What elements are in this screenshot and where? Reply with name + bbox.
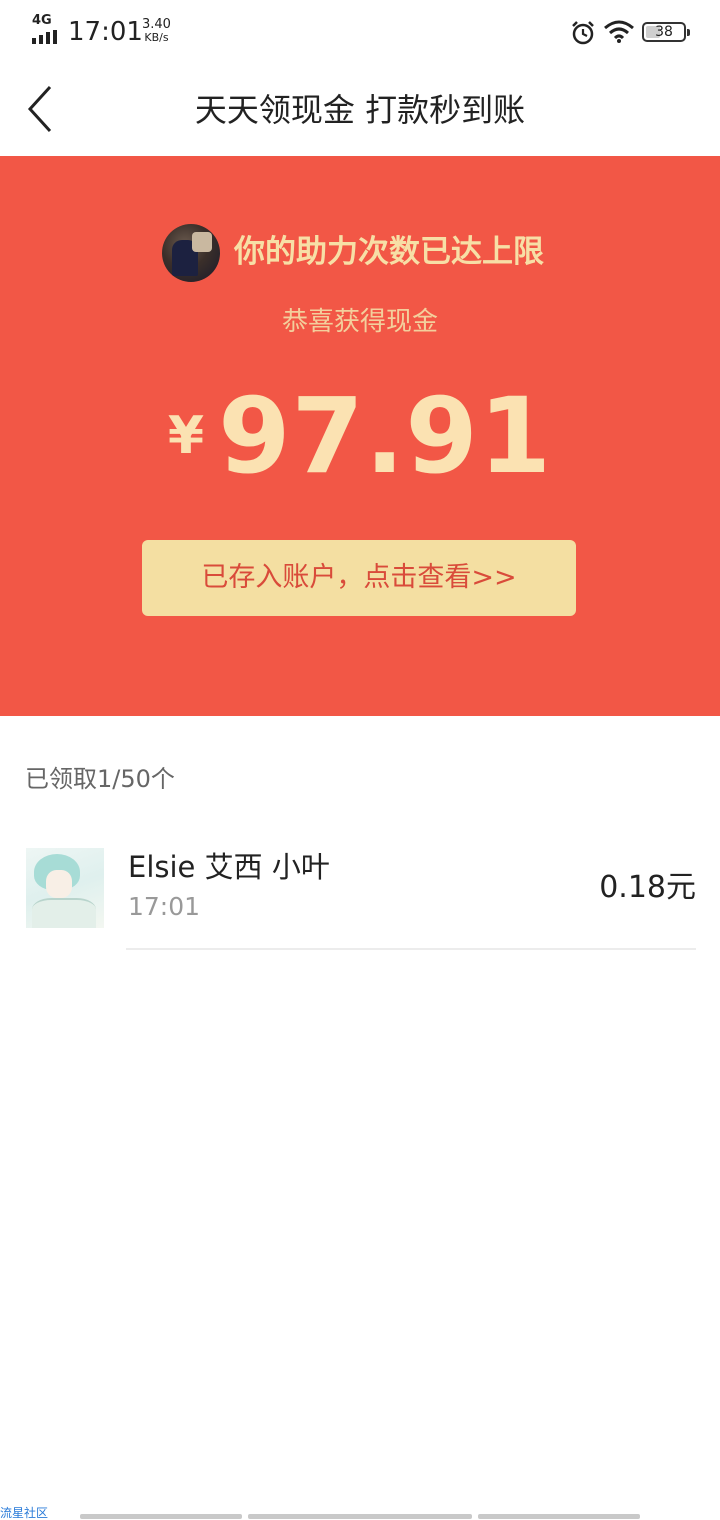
- wifi-icon: [604, 20, 634, 43]
- network-speed: 3.40 KB/s: [142, 18, 171, 44]
- received-count: 已领取1/50个: [25, 765, 175, 793]
- avatar: [162, 224, 220, 282]
- app-header: 天天领现金 打款秒到账: [0, 64, 720, 156]
- reward-banner: 你的助力次数已达上限 恭喜获得现金 ¥97.91 已存入账户，点击查看>>: [0, 156, 720, 716]
- navigation-bar: [80, 1514, 640, 1519]
- screen: 4G 17:01 3.40 KB/s 38 天天领现金 打款秒到账 你的助力次数…: [0, 0, 720, 1520]
- battery-icon: 38: [642, 22, 690, 42]
- network-type: 4G: [32, 13, 52, 28]
- status-time: 17:01: [68, 17, 143, 47]
- battery-level: 38: [655, 24, 673, 40]
- page-title: 天天领现金 打款秒到账: [194, 91, 526, 129]
- congrats-text: 恭喜获得现金: [281, 307, 438, 337]
- cash-amount: ¥97.91: [0, 376, 720, 496]
- nav-segment: [248, 1514, 472, 1519]
- divider: [126, 948, 696, 950]
- view-account-button[interactable]: 已存入账户，点击查看>>: [142, 540, 576, 616]
- avatar: [26, 848, 104, 928]
- record-time: 17:01: [128, 892, 201, 921]
- record-name: Elsie 艾西 小叶: [128, 850, 330, 884]
- status-bar: 4G 17:01 3.40 KB/s 38: [0, 0, 720, 64]
- record-amount: 0.18元: [599, 870, 696, 905]
- list-item: Elsie 艾西 小叶 17:01 0.18元: [0, 830, 720, 950]
- alarm-icon: [572, 21, 594, 45]
- help-limit-message: 你的助力次数已达上限: [234, 234, 544, 270]
- currency-symbol: ¥: [167, 406, 205, 466]
- speed-unit: KB/s: [144, 31, 169, 44]
- speed-value: 3.40: [142, 17, 171, 32]
- signal-icon: [32, 30, 57, 44]
- nav-segment: [478, 1514, 640, 1519]
- amount-value: 97.91: [218, 375, 553, 497]
- watermark: 流星社区: [0, 1506, 49, 1520]
- nav-segment: [80, 1514, 242, 1519]
- network-indicator: 4G: [30, 14, 62, 44]
